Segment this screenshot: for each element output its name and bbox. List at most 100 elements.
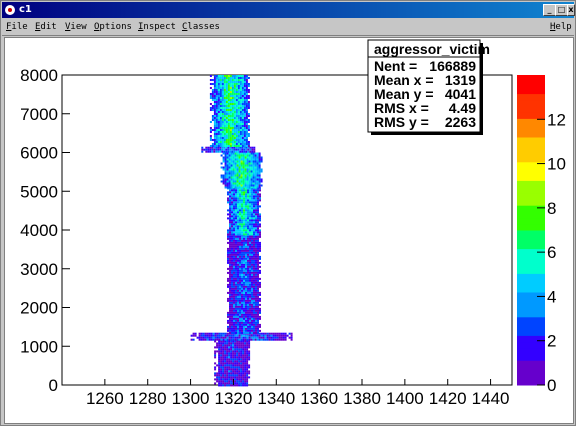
heatmap-cell xyxy=(231,137,234,139)
heatmap-cell xyxy=(217,148,220,151)
heatmap-cell xyxy=(226,172,229,175)
heatmap-cell xyxy=(241,150,244,153)
heatmap-cell xyxy=(236,376,239,379)
heatmap-cell xyxy=(247,215,249,218)
heatmap-cell xyxy=(245,197,247,200)
heatmap-cell xyxy=(233,205,235,208)
heatmap-cell xyxy=(253,313,255,316)
heatmap-cell xyxy=(234,178,237,181)
heatmap-cell xyxy=(242,376,245,379)
heatmap-cell xyxy=(255,259,257,262)
heatmap-cell xyxy=(219,81,222,83)
heatmap-cell xyxy=(231,277,233,280)
heatmap-cell xyxy=(243,311,245,314)
heatmap-cell xyxy=(238,374,241,377)
heatmap-cell xyxy=(244,158,247,161)
heatmap-cell xyxy=(227,93,230,95)
heatmap-cell xyxy=(217,131,220,133)
heatmap-cell xyxy=(256,338,259,341)
heatmap-cell xyxy=(251,231,253,234)
heatmap-cell xyxy=(250,156,253,159)
heatmap-cell xyxy=(234,384,237,387)
heatmap-cell xyxy=(264,332,267,335)
menu-classes[interactable]: Classes xyxy=(182,22,220,32)
heatmap-cell xyxy=(230,184,233,187)
heatmap-cell xyxy=(251,291,253,294)
heatmap-cell xyxy=(227,91,230,93)
heatmap-cell xyxy=(231,301,233,304)
color-scale-step xyxy=(517,99,545,107)
heatmap-cell xyxy=(244,352,247,355)
heatmap-cell xyxy=(243,199,245,202)
heatmap-cell xyxy=(233,305,235,308)
heatmap-cell xyxy=(230,172,233,175)
heatmap-cell xyxy=(226,364,229,367)
histogram-canvas[interactable]: 1260 1280 1300 1320 1340 1360 1380 1400 1420 1440… xyxy=(5,38,573,423)
menu-help[interactable]: Help xyxy=(550,22,572,32)
heatmap-cell xyxy=(256,172,259,175)
heatmap-cell xyxy=(235,221,237,224)
heatmap-cell xyxy=(248,158,251,161)
heatmap-cell xyxy=(248,338,251,341)
heatmap-cell xyxy=(247,323,249,326)
heatmap-cell xyxy=(257,227,259,230)
heatmap-cell xyxy=(220,166,223,169)
heatmap-cell xyxy=(238,364,241,367)
z-tick-label: 4 xyxy=(547,287,556,306)
heatmap-cell xyxy=(231,89,234,91)
heatmap-cell xyxy=(233,329,235,332)
heatmap-cell xyxy=(229,211,231,214)
heatmap-cell xyxy=(251,243,253,246)
heatmap-cell xyxy=(243,231,245,234)
heatmap-cell xyxy=(214,338,217,341)
heatmap-cell xyxy=(245,113,248,115)
heatmap-cell xyxy=(270,332,273,335)
heatmap-cell xyxy=(227,123,230,125)
menu-file[interactable]: File xyxy=(6,22,28,32)
menu-inspect[interactable]: Inspect xyxy=(138,22,176,32)
heatmap-cell xyxy=(237,127,240,129)
heatmap-cell xyxy=(230,180,233,183)
heatmap-cell xyxy=(231,115,234,117)
menu-edit[interactable]: Edit xyxy=(35,22,57,32)
heatmap-cell xyxy=(282,334,285,337)
heatmap-cell xyxy=(257,247,259,250)
heatmap-cell xyxy=(255,261,257,264)
heatmap-cell xyxy=(227,139,230,141)
heatmap-cell xyxy=(240,362,243,365)
heatmap-cell xyxy=(209,95,212,97)
heatmap-cell xyxy=(258,170,261,173)
heatmap-cell xyxy=(239,105,242,107)
heatmap-cell xyxy=(243,287,245,290)
heatmap-cell xyxy=(217,77,220,79)
heatmap-cell xyxy=(247,121,250,123)
menu-options[interactable]: Options xyxy=(94,22,132,32)
heatmap-cell xyxy=(248,356,251,359)
menu-view[interactable]: View xyxy=(65,22,87,32)
heatmap-cell xyxy=(247,291,249,294)
title-bar[interactable]: c1 _ □ x xyxy=(2,2,575,18)
heatmap-cell xyxy=(259,311,261,314)
heatmap-cell xyxy=(257,217,259,220)
heatmap-cell xyxy=(235,243,237,246)
heatmap-cell xyxy=(233,283,235,286)
heatmap-cell xyxy=(241,229,243,232)
heatmap-cell xyxy=(240,348,243,351)
heatmap-cell xyxy=(256,162,259,165)
root-app-icon xyxy=(5,5,15,15)
heatmap-cell xyxy=(243,191,245,194)
heatmap-cell xyxy=(236,362,239,365)
heatmap-cell xyxy=(239,93,242,95)
heatmap-cell xyxy=(219,93,222,95)
heatmap-cell xyxy=(252,176,255,179)
heatmap-cell xyxy=(242,184,245,187)
heatmap-cell xyxy=(255,215,257,218)
heatmap-cell xyxy=(231,215,233,218)
heatmap-cell xyxy=(256,152,259,155)
z-tick-label: 2 xyxy=(547,332,556,351)
close-button[interactable]: x xyxy=(567,4,575,16)
heatmap-cell xyxy=(248,352,251,355)
heatmap-cell xyxy=(223,113,226,115)
heatmap-cell xyxy=(242,182,245,185)
heatmap-cell xyxy=(238,168,241,171)
